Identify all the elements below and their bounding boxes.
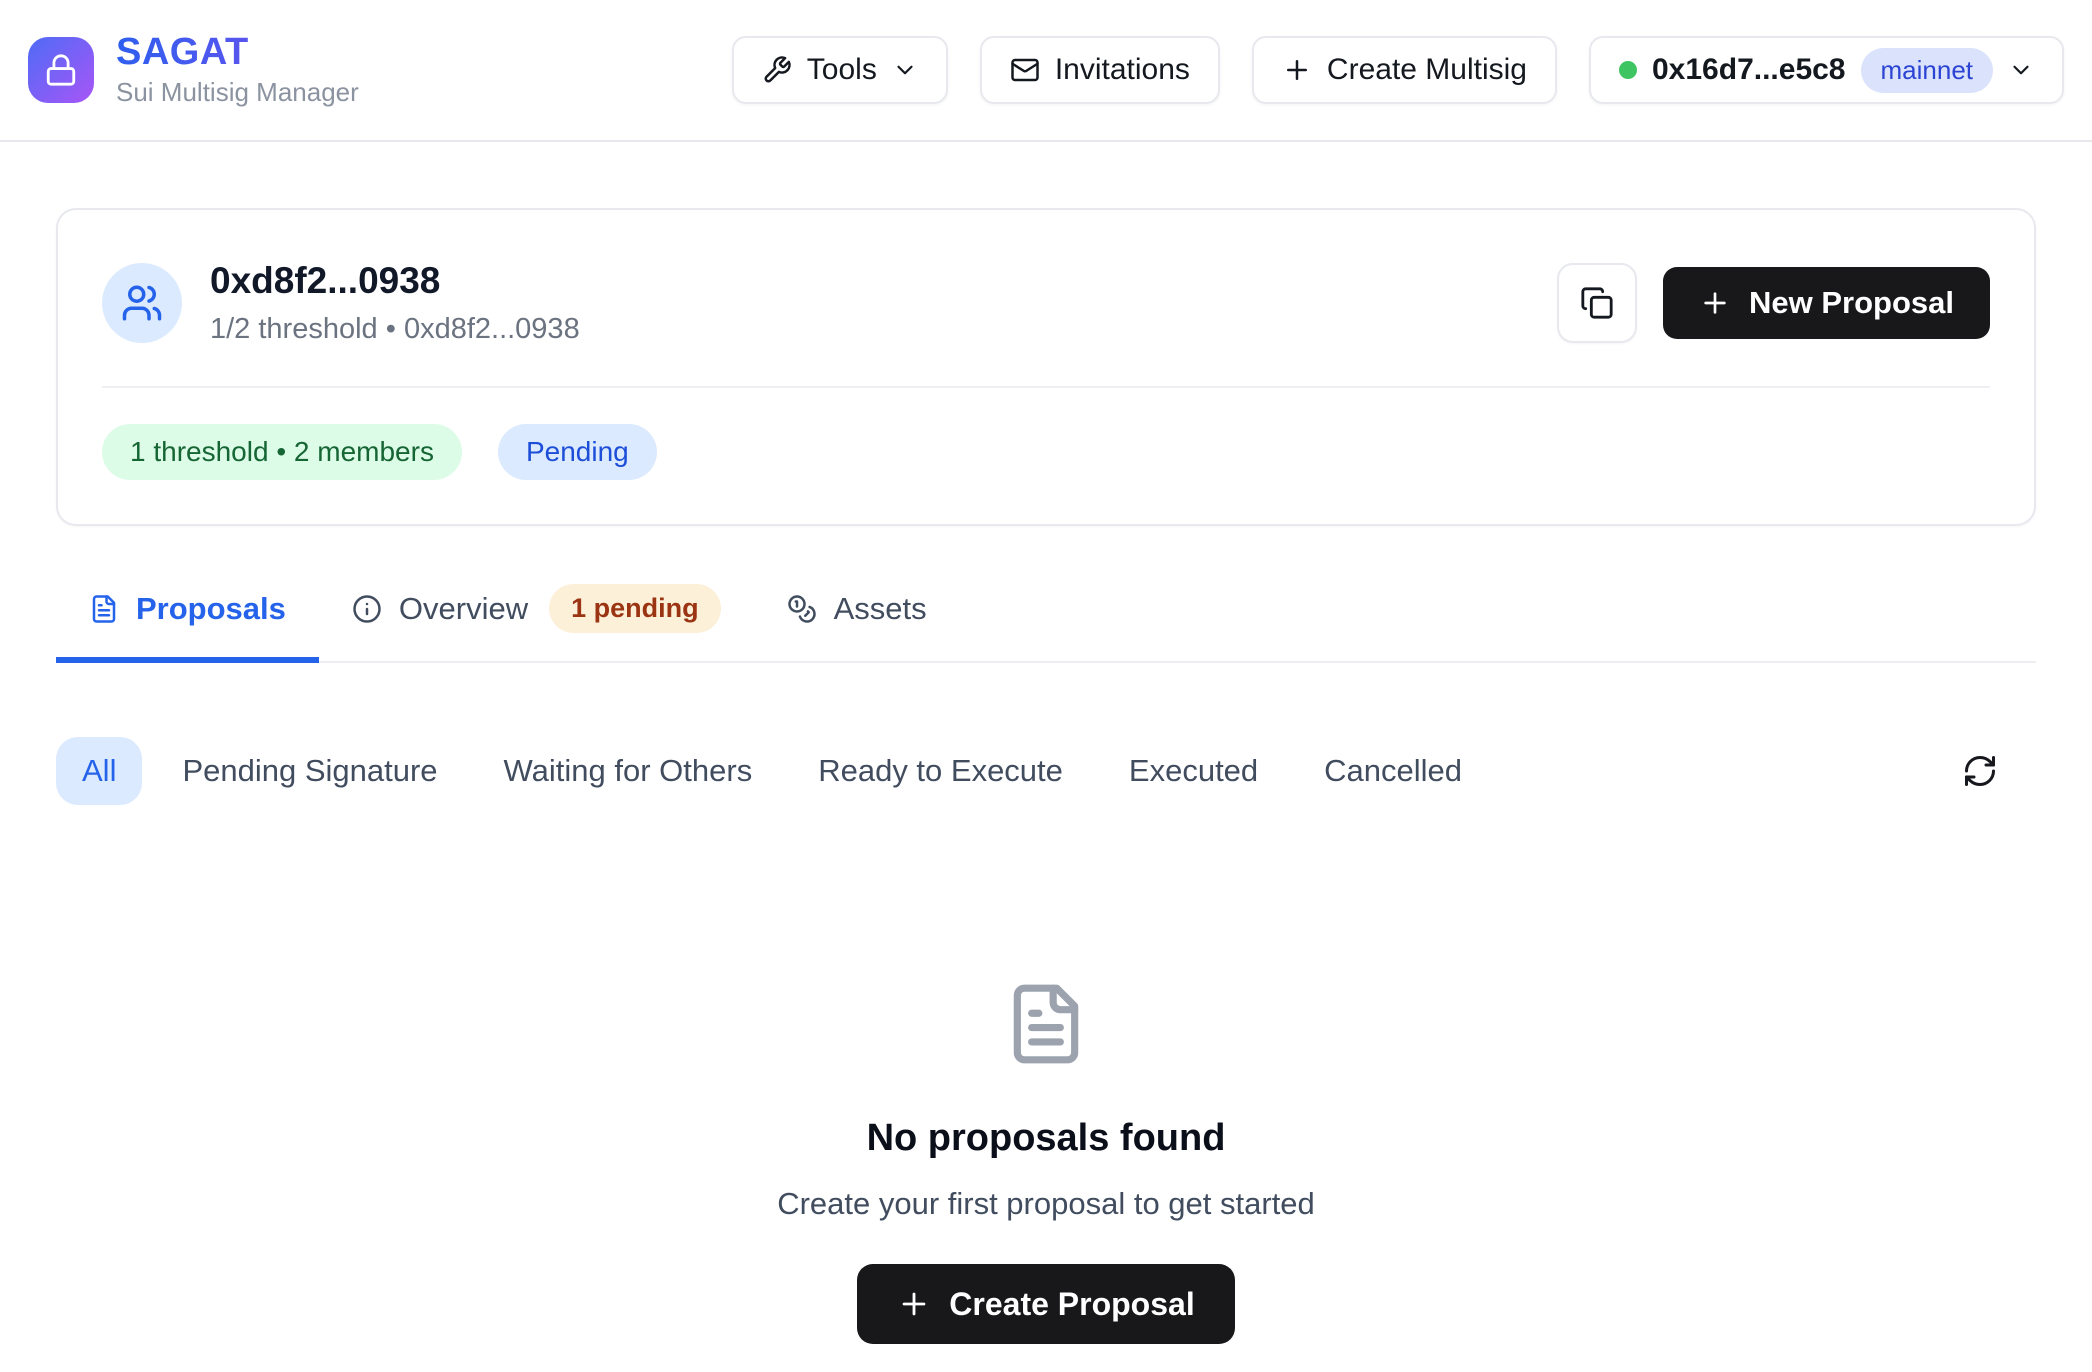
empty-state-title: No proposals found bbox=[867, 1117, 1226, 1160]
tools-button[interactable]: Tools bbox=[732, 36, 948, 104]
proposal-filters: All Pending Signature Waiting for Others… bbox=[56, 737, 2036, 805]
threshold-members-badge: 1 threshold • 2 members bbox=[102, 424, 462, 481]
filter-ready-to-execute[interactable]: Ready to Execute bbox=[792, 737, 1089, 805]
chevron-down-icon bbox=[2008, 57, 2034, 83]
new-proposal-label: New Proposal bbox=[1749, 285, 1954, 321]
brand: SAGAT Sui Multisig Manager bbox=[28, 32, 359, 109]
filter-cancelled[interactable]: Cancelled bbox=[1298, 737, 1488, 805]
empty-state: No proposals found Create your first pro… bbox=[56, 981, 2036, 1344]
multisig-card: 0xd8f2...0938 1/2 threshold • 0xd8f2...0… bbox=[56, 208, 2036, 526]
invitations-button[interactable]: Invitations bbox=[980, 36, 1220, 104]
status-badge: Pending bbox=[498, 424, 657, 481]
refresh-button[interactable] bbox=[1956, 747, 2004, 795]
network-badge: mainnet bbox=[1861, 48, 1994, 93]
plus-icon bbox=[1282, 55, 1312, 85]
tab-proposals[interactable]: Proposals bbox=[56, 568, 319, 663]
new-proposal-button[interactable]: New Proposal bbox=[1663, 267, 1990, 339]
chevron-down-icon bbox=[892, 57, 918, 83]
wrench-icon bbox=[762, 55, 792, 85]
copy-address-button[interactable] bbox=[1557, 263, 1637, 343]
wallet-address: 0x16d7...e5c8 bbox=[1652, 53, 1846, 87]
filter-all[interactable]: All bbox=[56, 737, 142, 805]
tab-assets[interactable]: Assets bbox=[754, 568, 960, 663]
create-proposal-button[interactable]: Create Proposal bbox=[857, 1264, 1234, 1344]
header-actions: Tools Invitations Create Multisig 0x16d7… bbox=[732, 36, 2064, 104]
tab-proposals-label: Proposals bbox=[136, 591, 286, 627]
multisig-subtitle: 1/2 threshold • 0xd8f2...0938 bbox=[210, 313, 580, 346]
empty-state-subtitle: Create your first proposal to get starte… bbox=[777, 1186, 1315, 1222]
filter-waiting-for-others[interactable]: Waiting for Others bbox=[478, 737, 779, 805]
lock-icon bbox=[44, 53, 78, 87]
app-title: SAGAT bbox=[116, 32, 359, 74]
multisig-avatar bbox=[102, 263, 182, 343]
mail-icon bbox=[1010, 55, 1040, 85]
create-proposal-label: Create Proposal bbox=[949, 1286, 1194, 1323]
create-multisig-button[interactable]: Create Multisig bbox=[1252, 36, 1557, 104]
connection-status-dot bbox=[1619, 61, 1637, 79]
plus-icon bbox=[897, 1287, 931, 1321]
tools-label: Tools bbox=[807, 53, 877, 87]
users-icon bbox=[121, 282, 163, 324]
tab-overview-label: Overview bbox=[399, 591, 528, 627]
invitations-label: Invitations bbox=[1055, 53, 1190, 87]
info-icon bbox=[352, 594, 382, 624]
tab-assets-label: Assets bbox=[834, 591, 927, 627]
copy-icon bbox=[1580, 286, 1614, 320]
card-divider bbox=[102, 386, 1990, 388]
app-tagline: Sui Multisig Manager bbox=[116, 77, 359, 108]
create-multisig-label: Create Multisig bbox=[1327, 53, 1527, 87]
plus-icon bbox=[1699, 287, 1731, 319]
filter-pending-signature[interactable]: Pending Signature bbox=[156, 737, 463, 805]
pending-count-badge: 1 pending bbox=[549, 584, 721, 633]
app-logo bbox=[28, 37, 94, 103]
main-content: 0xd8f2...0938 1/2 threshold • 0xd8f2...0… bbox=[56, 208, 2036, 1344]
multisig-title: 0xd8f2...0938 bbox=[210, 260, 580, 303]
tab-overview[interactable]: Overview 1 pending bbox=[319, 568, 754, 663]
app-header: SAGAT Sui Multisig Manager Tools Invitat… bbox=[0, 0, 2092, 142]
filter-executed[interactable]: Executed bbox=[1103, 737, 1284, 805]
wallet-button[interactable]: 0x16d7...e5c8 mainnet bbox=[1589, 36, 2064, 104]
tab-bar: Proposals Overview 1 pending Assets bbox=[56, 568, 2036, 663]
file-text-icon bbox=[89, 594, 119, 624]
document-icon bbox=[1003, 981, 1089, 1067]
refresh-icon bbox=[1962, 753, 1998, 789]
coins-icon bbox=[787, 594, 817, 624]
